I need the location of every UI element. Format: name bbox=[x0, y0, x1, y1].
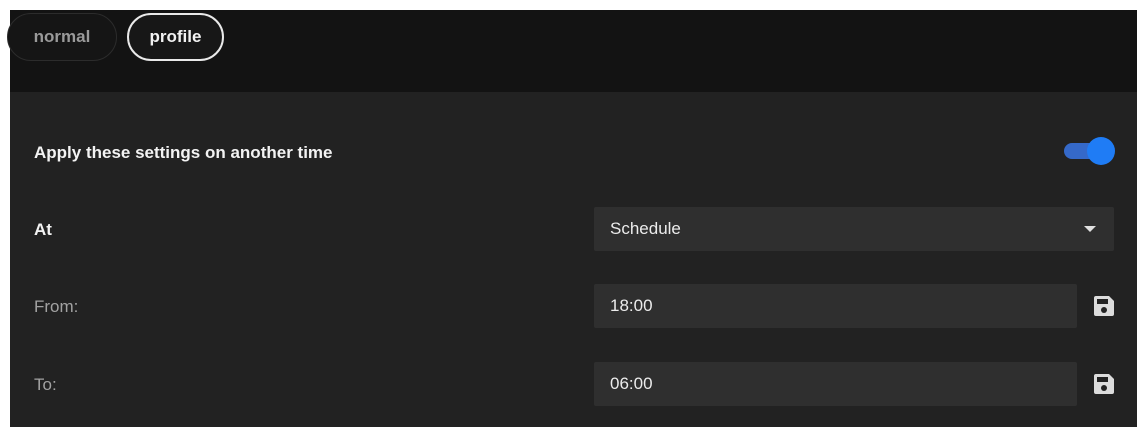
at-select-value: Schedule bbox=[610, 219, 681, 238]
from-save-icon[interactable] bbox=[1093, 295, 1115, 317]
apply-settings-label: Apply these settings on another time bbox=[34, 143, 333, 162]
tab-normal-label: normal bbox=[33, 27, 91, 46]
tab-profile-label: profile bbox=[149, 27, 202, 46]
at-select[interactable]: Schedule bbox=[594, 207, 1114, 251]
at-label: At bbox=[34, 220, 52, 239]
toggle-thumb bbox=[1087, 137, 1115, 165]
to-time-field[interactable]: 06:00 bbox=[594, 362, 1077, 406]
caret-down-icon bbox=[1084, 226, 1096, 232]
tab-normal[interactable]: normal bbox=[7, 13, 117, 61]
from-time-value: 18:00 bbox=[610, 296, 653, 315]
settings-panel: normal profile Apply these settings on a… bbox=[7, 10, 1137, 427]
from-label: From: bbox=[34, 297, 79, 316]
to-time-value: 06:00 bbox=[610, 374, 653, 393]
tab-profile[interactable]: profile bbox=[127, 13, 224, 61]
from-time-field[interactable]: 18:00 bbox=[594, 284, 1077, 328]
to-save-icon[interactable] bbox=[1093, 373, 1115, 395]
apply-settings-toggle[interactable] bbox=[1064, 137, 1115, 165]
tab-bar: normal profile bbox=[7, 10, 1137, 92]
to-label: To: bbox=[34, 375, 57, 394]
